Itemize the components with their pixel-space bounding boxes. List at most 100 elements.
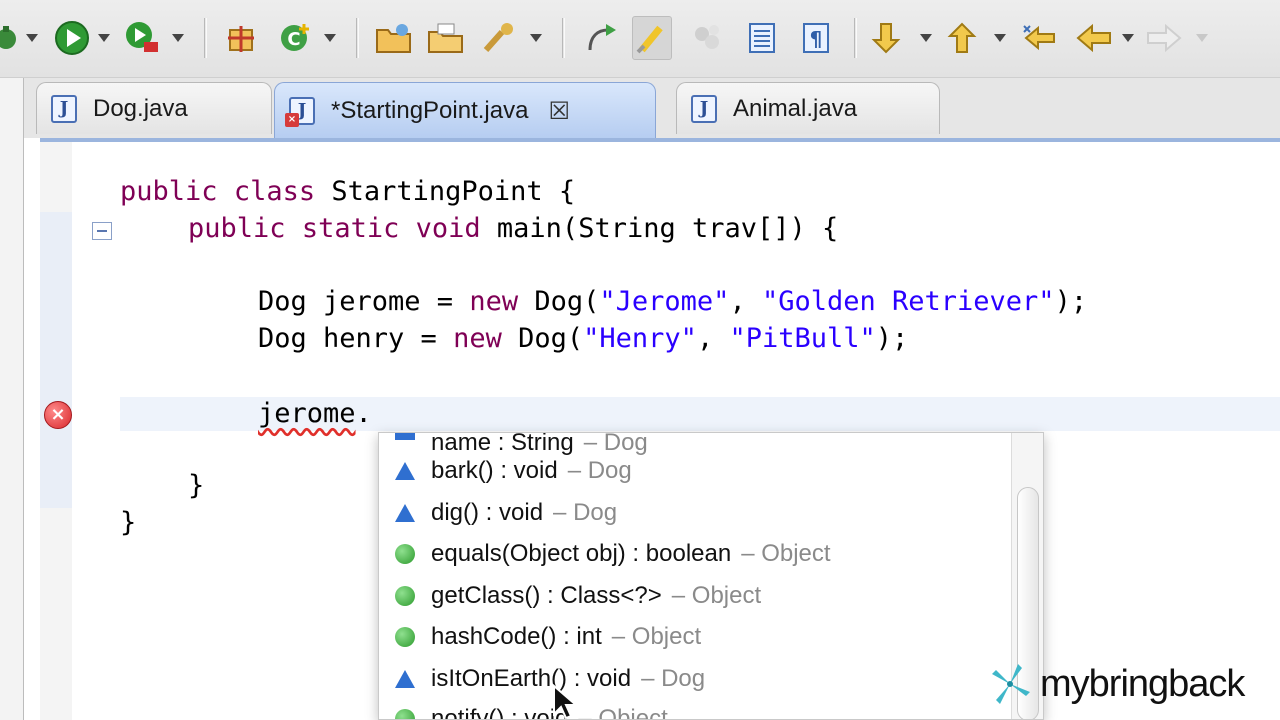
main-toolbar: C ¶ [0, 0, 1280, 78]
new-class-dropdown-arrow[interactable] [324, 34, 336, 42]
completion-owner: – Dog [567, 457, 632, 484]
completion-owner: – Dog [641, 665, 706, 692]
search-button[interactable] [480, 16, 520, 60]
back-button[interactable] [1074, 16, 1114, 60]
new-class-button[interactable]: C [276, 16, 316, 60]
next-annotation-icon [871, 23, 901, 54]
completion-item[interactable]: notify() : void – Object [395, 699, 668, 720]
string-literal: "Jerome" [599, 286, 730, 317]
completion-signature: bark() : void [431, 457, 558, 484]
completion-item[interactable]: hashCode() : int – Object [395, 617, 701, 657]
back-dropdown-arrow[interactable] [1122, 34, 1134, 42]
completion-item[interactable]: getClass() : Class<?> – Object [395, 576, 761, 616]
block-selection-icon [695, 25, 719, 49]
open-task-icon [428, 23, 463, 53]
keyword: new [469, 286, 519, 317]
error-marker-icon[interactable]: × [44, 401, 72, 429]
completion-signature: isItOnEarth() : void [431, 665, 632, 692]
icon-letter: J [297, 99, 307, 121]
completion-item[interactable]: dig() : void – Dog [395, 493, 617, 533]
open-task-button[interactable] [426, 16, 466, 60]
code-text: ); [1054, 286, 1088, 317]
tab-startingpoint-java[interactable]: J × *StartingPoint.java ☒ [274, 82, 656, 138]
external-tool-dropdown-arrow[interactable] [172, 34, 184, 42]
watermark-logo: mybringback [986, 660, 1245, 708]
forward-button[interactable] [1144, 16, 1184, 60]
completion-owner: – Object [671, 582, 762, 609]
tab-label: *StartingPoint.java [331, 96, 529, 124]
public-method-icon [395, 586, 415, 606]
string-literal: "Henry" [583, 323, 697, 354]
code-line-1: public class StartingPoint { [120, 176, 575, 207]
content-assist-popup[interactable]: name : String – Dog bark() : void – Dog di… [378, 432, 1044, 720]
keyword: public [188, 213, 286, 244]
paragraph-button[interactable]: ¶ [796, 16, 836, 60]
default-method-icon [395, 462, 415, 480]
last-edit-location-button[interactable] [1020, 16, 1060, 60]
public-method-icon [395, 627, 415, 647]
new-class-icon: C [281, 24, 309, 51]
debug-dropdown-arrow[interactable] [26, 34, 38, 42]
code-text: main(String trav[]) { [480, 213, 839, 244]
tab-label: Dog.java [93, 94, 188, 122]
open-type-button[interactable] [374, 16, 414, 60]
run-button[interactable] [52, 16, 92, 60]
code-line-7: } [120, 507, 137, 538]
public-method-icon [395, 544, 415, 564]
gutter-scope-highlight [40, 212, 72, 508]
completion-item[interactable]: bark() : void – Dog [395, 451, 632, 491]
code-text: , [696, 323, 730, 354]
completion-owner: – Object [611, 623, 702, 650]
mark-occurrences-button[interactable] [632, 16, 672, 60]
tab-animal-java[interactable]: J Animal.java [676, 82, 940, 134]
run-external-tool-button[interactable] [122, 16, 162, 60]
string-literal: "PitBull" [729, 323, 876, 354]
code-text: Dog( [518, 286, 600, 317]
code-line-2: public static void main(String trav[]) { [188, 213, 838, 244]
open-type-icon [376, 24, 411, 53]
keyword: new [453, 323, 502, 354]
show-whitespace-icon [749, 23, 775, 53]
run-icon [55, 21, 89, 55]
completion-signature: hashCode() : int [431, 623, 602, 650]
completion-signature: notify() : void [431, 705, 569, 720]
java-file-icon: J [691, 94, 717, 123]
show-whitespace-button[interactable] [742, 16, 782, 60]
previous-annotation-button[interactable] [942, 16, 982, 60]
error-identifier: jerome [258, 398, 356, 429]
previous-annotation-icon [947, 22, 977, 53]
toggle-breadcrumb-icon [588, 24, 616, 51]
debug-icon [0, 26, 16, 49]
code-line-5: jerome. [258, 398, 372, 429]
toggle-breadcrumb-button[interactable] [582, 16, 622, 60]
next-annotation-button[interactable] [866, 16, 906, 60]
keyword: class [233, 176, 316, 207]
fold-collapse-icon[interactable] [92, 222, 112, 240]
next-annotation-dropdown-arrow[interactable] [920, 34, 932, 42]
code-line-4: Dog henry = new Dog("Henry", "PitBull"); [258, 323, 908, 354]
toolbar-separator [204, 18, 207, 58]
completion-signature: equals(Object obj) : boolean [431, 540, 732, 567]
search-icon [483, 23, 513, 52]
tab-close-icon[interactable]: ☒ [548, 97, 570, 125]
search-dropdown-arrow[interactable] [530, 34, 542, 42]
tab-dog-java[interactable]: J Dog.java [36, 82, 272, 134]
code-text: Dog jerome = [258, 286, 470, 317]
java-file-error-icon: J × [285, 96, 315, 127]
windmill-logo-icon [992, 664, 1030, 704]
previous-annotation-dropdown-arrow[interactable] [994, 34, 1006, 42]
code-line-3: Dog jerome = new Dog("Jerome", "Golden R… [258, 286, 1087, 317]
completion-item[interactable]: equals(Object obj) : boolean – Object [395, 534, 831, 574]
forward-dropdown-arrow[interactable] [1196, 34, 1208, 42]
mouse-pointer-icon [553, 684, 579, 720]
back-icon [1076, 23, 1111, 53]
new-java-project-button[interactable] [222, 16, 262, 60]
run-dropdown-arrow[interactable] [98, 34, 110, 42]
completion-item[interactable]: isItOnEarth() : void – Dog [395, 659, 705, 699]
debug-button[interactable] [0, 16, 26, 60]
code-text: StartingPoint { [315, 176, 576, 207]
block-selection-button[interactable] [688, 16, 728, 60]
code-text: Dog henry = [258, 323, 454, 354]
keyword: static [301, 213, 400, 244]
mark-occurrences-icon [636, 25, 663, 54]
